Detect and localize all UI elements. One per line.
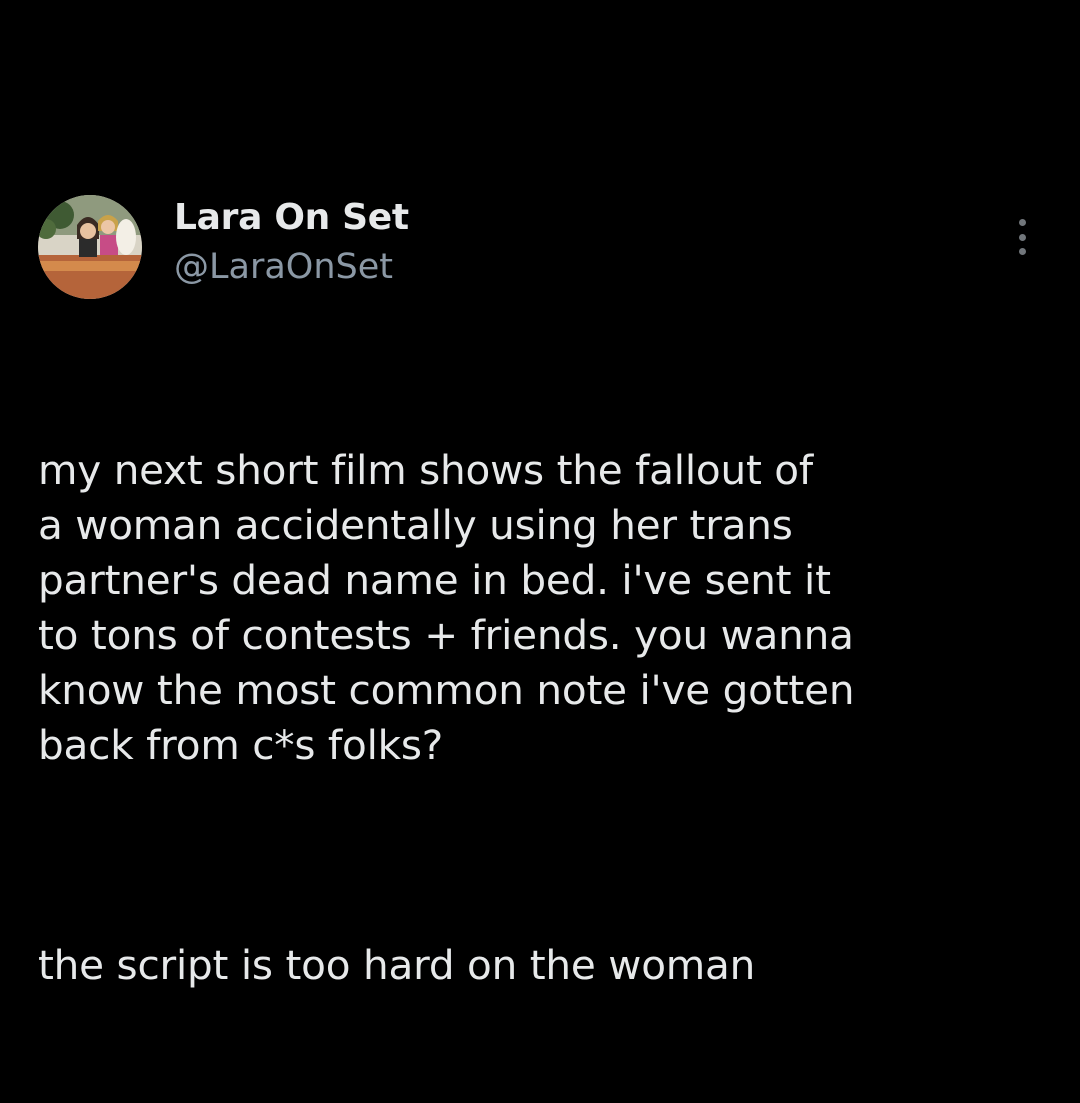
tweet-paragraph: the script is too hard on the woman [38,941,756,989]
dot [1018,219,1026,226]
tweet-paragraph: my next short film shows the fallout of … [38,446,855,769]
dot [1018,233,1026,241]
more-vertical-icon[interactable] [1010,219,1034,255]
avatar-photo [38,195,142,299]
dot [1018,248,1026,255]
tweet-text: my next short film shows the fallout of … [38,333,1048,1103]
avatar[interactable] [38,195,142,299]
username[interactable]: @LaraOnSet [174,245,409,289]
tweet-header: Lara On Set @LaraOnSet [38,195,1048,305]
display-name[interactable]: Lara On Set [174,197,409,239]
tweet: Lara On Set @LaraOnSet my next short fil… [38,195,1048,1103]
author-names: Lara On Set @LaraOnSet [174,197,409,289]
